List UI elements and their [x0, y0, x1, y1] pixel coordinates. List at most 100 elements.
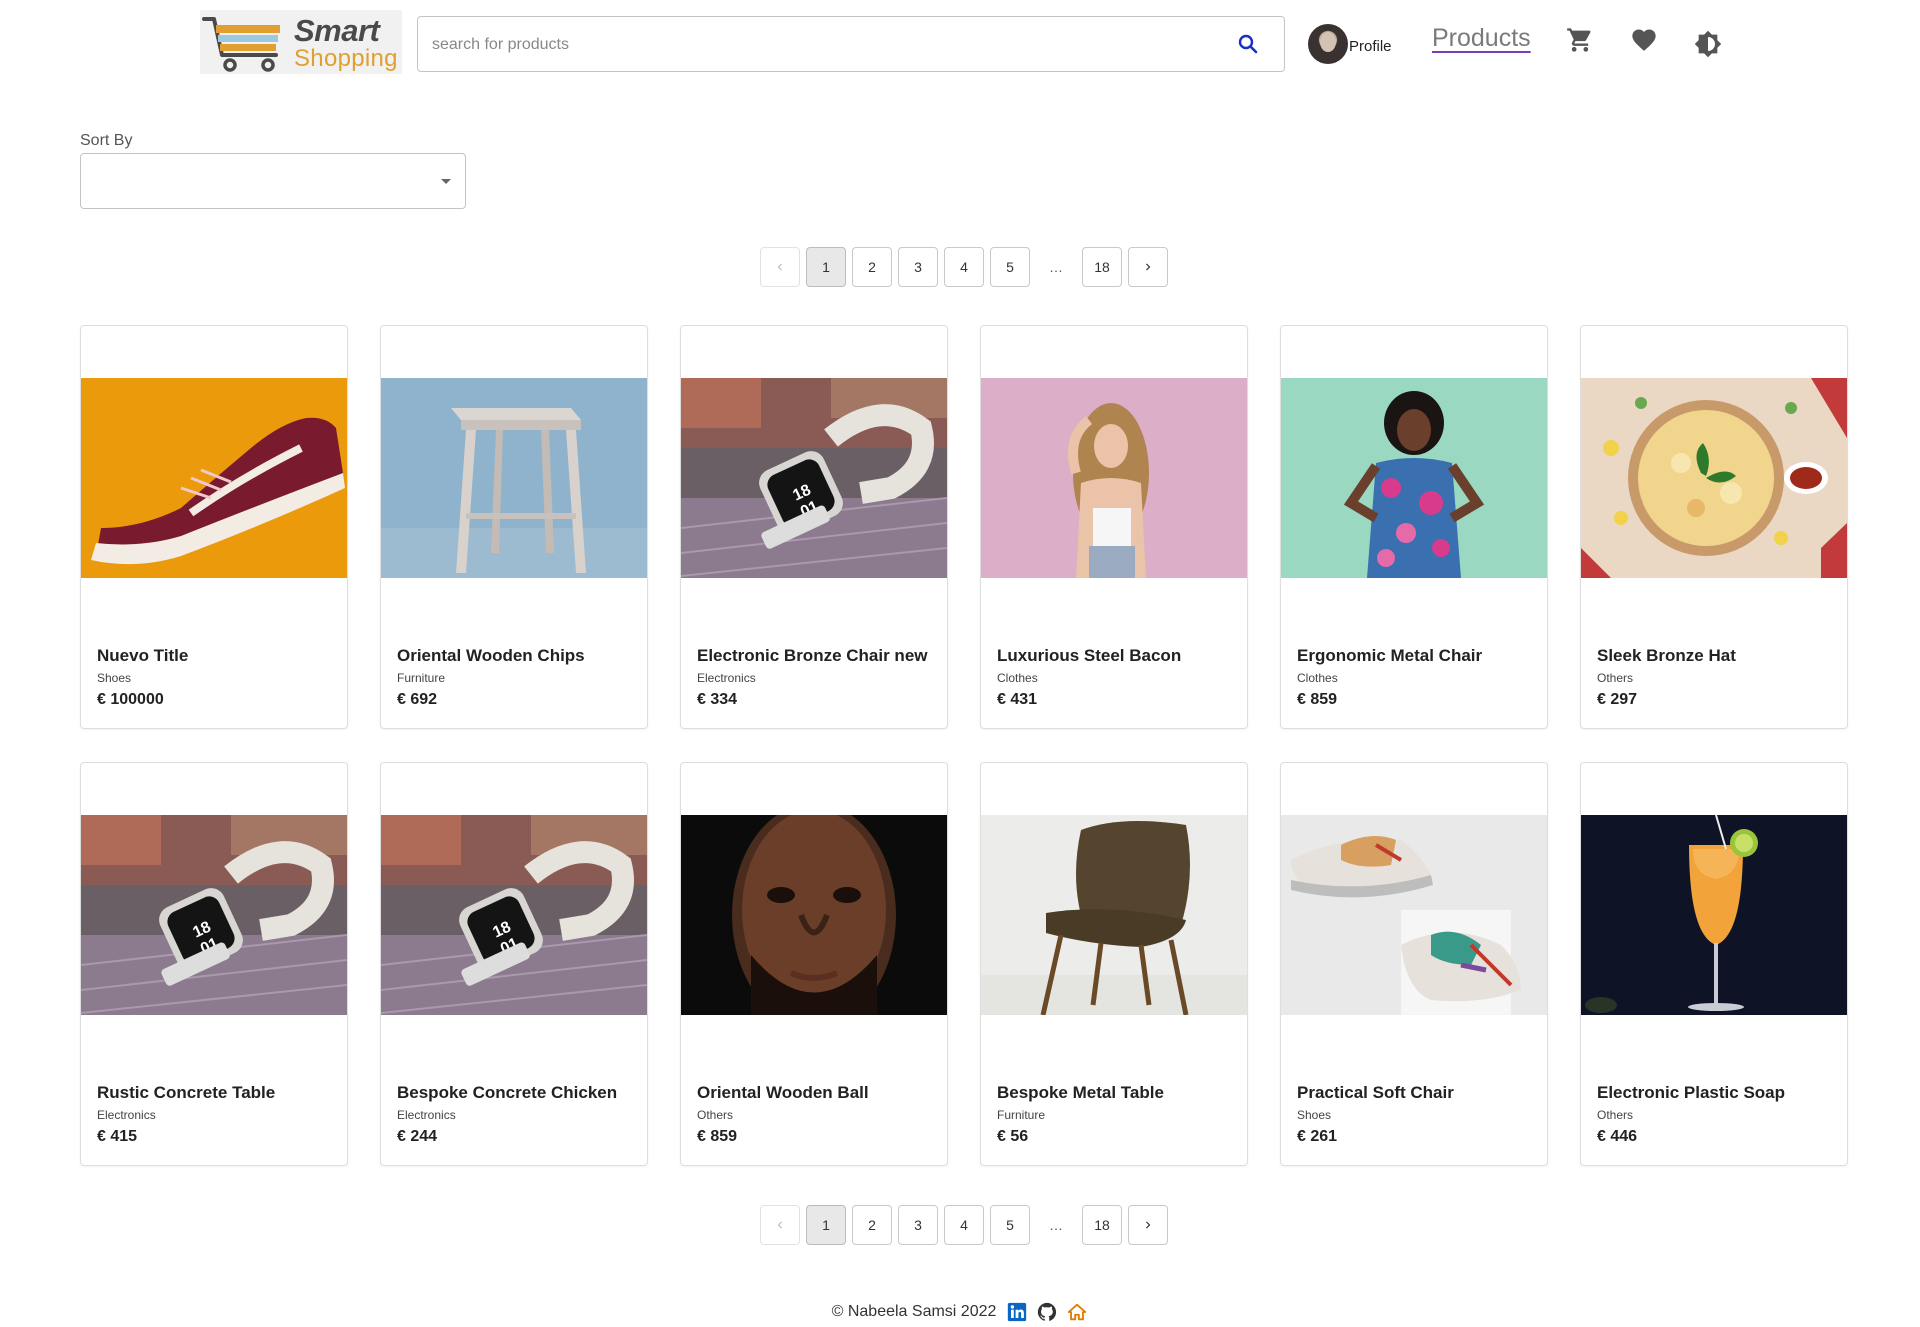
- product-card[interactable]: Oriental Wooden Ball Others € 859: [680, 762, 948, 1166]
- page-button-3[interactable]: 3: [898, 1205, 938, 1245]
- product-title: Nuevo Title: [97, 646, 189, 665]
- product-price: € 431: [997, 691, 1038, 708]
- footer: © Nabeela Samsi 2022: [0, 1300, 1920, 1324]
- product-card[interactable]: Nuevo Title Shoes € 100000: [80, 325, 348, 729]
- product-card[interactable]: Electronic Plastic Soap Others € 446: [1580, 762, 1848, 1166]
- product-card[interactable]: Luxurious Steel Bacon Clothes € 431: [980, 325, 1248, 729]
- page-button-4[interactable]: 4: [944, 247, 984, 287]
- product-category: Shoes: [1297, 1108, 1332, 1122]
- prev-page-button[interactable]: [760, 1205, 800, 1245]
- page-button-2[interactable]: 2: [852, 1205, 892, 1245]
- next-page-button[interactable]: [1128, 1205, 1168, 1245]
- product-title: Sleek Bronze Hat: [1597, 646, 1736, 665]
- linkedin-icon[interactable]: [1006, 1301, 1028, 1323]
- product-price: € 244: [397, 1128, 438, 1145]
- product-price: € 261: [1297, 1128, 1338, 1145]
- product-title: Ergonomic Metal Chair: [1297, 646, 1483, 665]
- product-category: Clothes: [997, 671, 1038, 685]
- github-icon[interactable]: [1036, 1301, 1058, 1323]
- chevron-right-icon: [1146, 263, 1151, 271]
- product-category: Clothes: [1297, 671, 1338, 685]
- product-price: € 100000: [97, 691, 164, 708]
- pagination-top: 1 2 3 4 5 … 18: [760, 247, 1168, 287]
- product-grid: Nuevo Title Shoes € 100000 Oriental Wood…: [80, 325, 1850, 1166]
- product-category: Shoes: [97, 671, 132, 685]
- product-price: € 859: [1297, 691, 1338, 708]
- product-price: € 692: [397, 691, 438, 708]
- page-button-1[interactable]: 1: [806, 1205, 846, 1245]
- product-category: Furniture: [997, 1108, 1046, 1122]
- page-ellipsis: …: [1049, 1217, 1063, 1233]
- brightness-icon[interactable]: [1694, 30, 1722, 58]
- product-category: Electronics: [397, 1108, 456, 1122]
- product-image-sneakers-pair: [1281, 815, 1547, 1015]
- product-category: Furniture: [397, 671, 446, 685]
- product-category: Electronics: [97, 1108, 156, 1122]
- product-image-woman-pink: [981, 378, 1247, 578]
- chevron-down-icon: [441, 179, 451, 184]
- nav-products-link[interactable]: Products: [1432, 24, 1531, 53]
- search-input[interactable]: [432, 29, 1212, 61]
- product-card[interactable]: Bespoke Metal Table Furniture € 56: [980, 762, 1248, 1166]
- product-price: € 56: [997, 1128, 1029, 1145]
- page-button-18[interactable]: 18: [1082, 247, 1122, 287]
- avatar[interactable]: [1308, 24, 1348, 64]
- product-price: € 297: [1597, 691, 1638, 708]
- shopping-cart-icon[interactable]: [1566, 26, 1594, 54]
- product-title: Oriental Wooden Ball: [697, 1083, 869, 1102]
- sort-by-label: Sort By: [80, 132, 133, 149]
- smart-shopping-logo[interactable]: Smart Shopping: [200, 10, 402, 74]
- sort-by-select[interactable]: [80, 153, 466, 209]
- next-page-button[interactable]: [1128, 247, 1168, 287]
- chevron-left-icon: [777, 263, 782, 271]
- chevron-right-icon: [1146, 1221, 1151, 1229]
- product-card[interactable]: 18 01 Rustic Concrete Table Electronics …: [80, 762, 348, 1166]
- copyright-text: © Nabeela Samsi 2022: [831, 1303, 997, 1320]
- product-card[interactable]: Oriental Wooden Chips Furniture € 692: [380, 325, 648, 729]
- product-price: € 446: [1597, 1128, 1638, 1145]
- profile-label: Profile: [1349, 37, 1392, 55]
- logo-cart-icon: [202, 17, 280, 72]
- home-icon[interactable]: [1066, 1301, 1088, 1323]
- search-box: [417, 16, 1285, 72]
- product-image-smartwatch: 18 01: [381, 815, 647, 1015]
- profile-link[interactable]: Profile: [1308, 23, 1392, 65]
- product-image-pizza: [1581, 378, 1847, 578]
- product-category: Electronics: [697, 671, 756, 685]
- page-button-5[interactable]: 5: [990, 1205, 1030, 1245]
- page-button-18[interactable]: 18: [1082, 1205, 1122, 1245]
- product-card[interactable]: Ergonomic Metal Chair Clothes € 859: [1280, 325, 1548, 729]
- product-price: € 415: [97, 1128, 138, 1145]
- product-title: Luxurious Steel Bacon: [997, 646, 1182, 665]
- page-button-3[interactable]: 3: [898, 247, 938, 287]
- product-title: Rustic Concrete Table: [97, 1083, 276, 1102]
- header: Smart Shopping Profile Products: [0, 0, 1920, 88]
- product-title: Oriental Wooden Chips: [397, 646, 585, 665]
- product-price: € 859: [697, 1128, 738, 1145]
- product-image-orange-cocktail: [1581, 815, 1847, 1015]
- product-card[interactable]: Practical Soft Chair Shoes € 261: [1280, 762, 1548, 1166]
- product-image-velvet-chair: [981, 815, 1247, 1015]
- page-button-4[interactable]: 4: [944, 1205, 984, 1245]
- search-icon[interactable]: [1236, 32, 1260, 56]
- product-title: Electronic Plastic Soap: [1597, 1083, 1786, 1102]
- product-image-man-portrait: [681, 815, 947, 1015]
- product-card[interactable]: Sleek Bronze Hat Others € 297: [1580, 325, 1848, 729]
- logo-text-shopping: Shopping: [294, 45, 398, 72]
- product-category: Others: [1597, 1108, 1634, 1122]
- pagination-bottom: 1 2 3 4 5 … 18: [760, 1205, 1168, 1245]
- product-card[interactable]: 18 01 Bespoke Concrete Chicken Electroni…: [380, 762, 648, 1166]
- product-title: Electronic Bronze Chair new: [697, 646, 928, 665]
- page-button-5[interactable]: 5: [990, 247, 1030, 287]
- product-title: Bespoke Concrete Chicken: [397, 1083, 618, 1102]
- product-image-maroon-sneaker: [81, 378, 347, 578]
- product-category: Others: [697, 1108, 734, 1122]
- product-card[interactable]: 18 01 Electronic Bronze Chair new Electr…: [680, 325, 948, 729]
- product-title: Bespoke Metal Table: [997, 1083, 1164, 1102]
- prev-page-button[interactable]: [760, 247, 800, 287]
- page-button-1[interactable]: 1: [806, 247, 846, 287]
- product-image-wooden-stool: [381, 378, 647, 578]
- page-ellipsis: …: [1049, 259, 1063, 275]
- page-button-2[interactable]: 2: [852, 247, 892, 287]
- heart-icon[interactable]: [1630, 26, 1658, 54]
